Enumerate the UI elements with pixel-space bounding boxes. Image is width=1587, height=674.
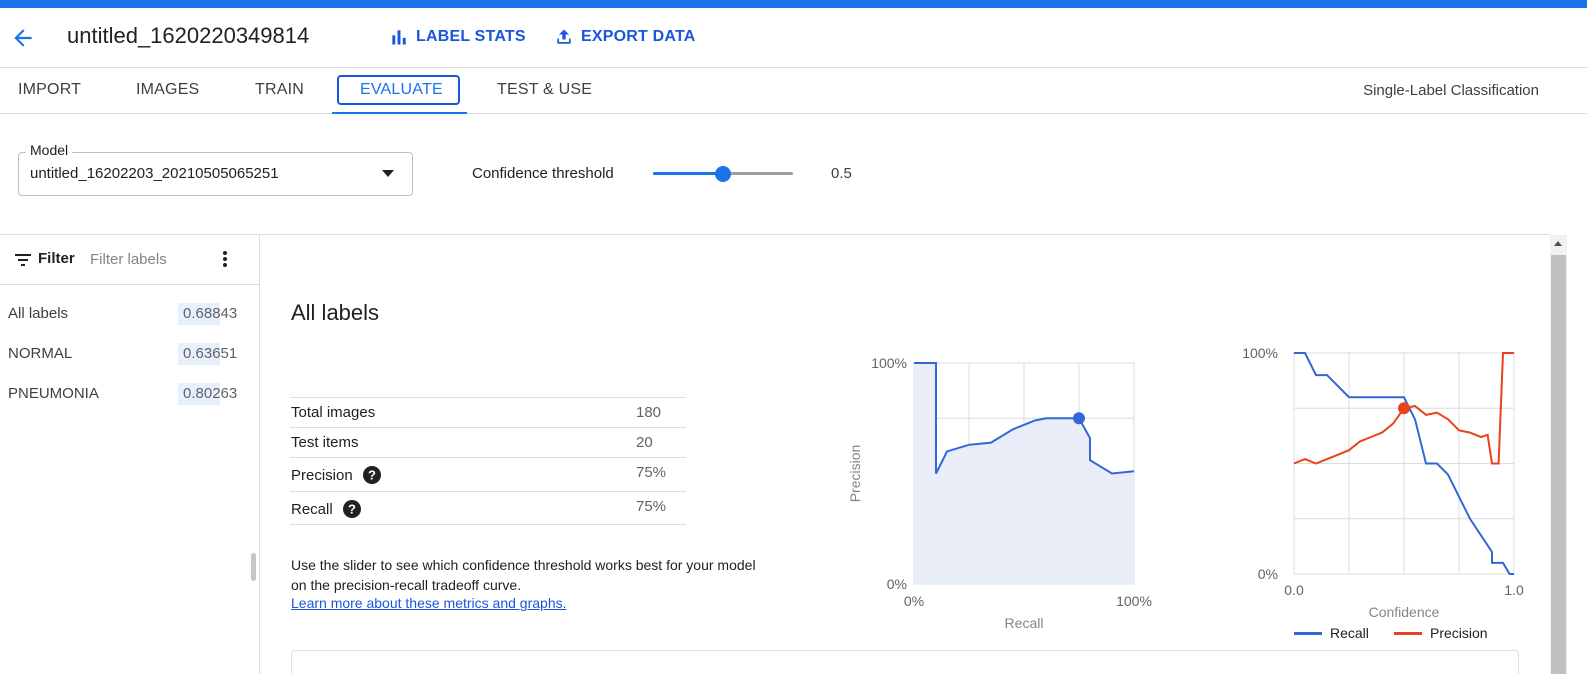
metric-row-recall: Recall ? 75% <box>290 491 686 525</box>
tab-images[interactable]: IMAGES <box>136 68 199 114</box>
x-tick-label: 1.0 <box>1504 582 1524 598</box>
legend-item-recall: Recall <box>1294 625 1369 641</box>
label-row-all-labels[interactable]: All labels 0.68843 <box>0 295 258 333</box>
slider-fill <box>653 172 723 175</box>
label-row-normal[interactable]: NORMAL 0.63651 <box>0 335 258 373</box>
metric-row-precision: Precision ? 75% <box>290 457 686 491</box>
filter-labels-input[interactable] <box>90 247 200 271</box>
metric-name-text: Precision <box>291 466 353 484</box>
top-accent-bar <box>0 0 1587 8</box>
confidence-threshold-slider[interactable] <box>653 163 793 183</box>
model-select-label: Model <box>26 142 73 158</box>
legend-swatch <box>1294 631 1322 635</box>
sidebar-scrollbar[interactable] <box>251 553 256 581</box>
metric-name-text: Test items <box>291 434 359 451</box>
page-scrollbar[interactable] <box>1550 235 1567 674</box>
pr-threshold-point <box>1073 412 1085 425</box>
y-tick-label: 0% <box>887 576 907 592</box>
label-name: PNEUMONIA <box>8 385 99 402</box>
confidence-threshold-value: 0.5 <box>831 165 852 182</box>
metric-name-text: Total images <box>291 404 376 421</box>
tab-evaluate[interactable]: EVALUATE <box>332 68 467 114</box>
filter-title: Filter <box>38 250 75 267</box>
section-title: All labels <box>291 300 380 325</box>
back-button[interactable] <box>10 25 36 51</box>
bottom-card <box>291 650 1519 674</box>
svg-text:?: ? <box>368 468 376 483</box>
metric-value: 75% <box>636 498 667 515</box>
model-select[interactable]: untitled_16202203_20210505065251 <box>18 152 413 196</box>
header: untitled_1620220349814 LABEL STATS EXPOR… <box>0 8 1587 68</box>
metrics-table: Total images 180 Test items 20 Precision… <box>290 397 686 525</box>
threshold-point <box>1398 402 1410 415</box>
help-icon[interactable]: ? <box>362 466 381 484</box>
metric-value: 20 <box>636 434 653 451</box>
tab-train[interactable]: TRAIN <box>255 68 304 114</box>
filter-bar: Filter <box>0 235 260 285</box>
legend-swatch <box>1394 631 1422 635</box>
page-title: untitled_1620220349814 <box>67 23 310 48</box>
tab-bar: IMPORT IMAGES TRAIN EVALUATE TEST & USE <box>0 68 1587 114</box>
tab-label: IMAGES <box>136 81 200 98</box>
tab-test-and-use[interactable]: TEST & USE <box>497 68 592 114</box>
scrollbar-thumb[interactable] <box>1551 255 1566 674</box>
label-name: All labels <box>8 305 69 322</box>
metric-name: Recall ? <box>291 500 361 518</box>
tab-label: EVALUATE <box>360 81 443 98</box>
label-row-pneumonia[interactable]: PNEUMONIA 0.80263 <box>0 375 258 413</box>
label-score: 0.68843 <box>178 303 243 325</box>
label-score: 0.63651 <box>178 343 243 365</box>
svg-text:?: ? <box>348 502 356 517</box>
metric-name-text: Recall <box>291 500 333 518</box>
metric-value: 180 <box>636 404 662 421</box>
metric-name: Test items <box>291 434 359 451</box>
info-text: Use the slider to see which confidence t… <box>291 557 756 593</box>
tab-label: TRAIN <box>255 81 304 98</box>
export-data-button[interactable]: EXPORT DATA <box>554 27 696 47</box>
y-tick-label: 100% <box>1242 345 1278 361</box>
x-tick-label: 0.0 <box>1284 582 1304 598</box>
tab-label: TEST & USE <box>497 81 593 98</box>
metric-name: Precision ? <box>291 466 381 484</box>
more-vert-icon[interactable] <box>216 249 234 269</box>
label-stats-button[interactable]: LABEL STATS <box>389 27 526 47</box>
metric-row-total-images: Total images 180 <box>290 397 686 427</box>
filter-icon[interactable] <box>14 252 32 268</box>
metric-name: Total images <box>291 404 375 421</box>
x-axis-label: Recall <box>1005 615 1044 631</box>
legend-label: Recall <box>1330 625 1369 641</box>
model-select-value: untitled_16202203_20210505065251 <box>30 165 279 182</box>
confidence-chart: 100% 0% 0.0 1.0 Confidence <box>1242 345 1524 620</box>
slider-thumb[interactable] <box>715 166 731 182</box>
metric-row-test-items: Test items 20 <box>290 427 686 457</box>
arrow-back-icon <box>14 29 32 47</box>
metric-value: 75% <box>636 464 667 481</box>
x-tick-label: 100% <box>1116 593 1152 609</box>
learn-more-link[interactable]: Learn more about these metrics and graph… <box>291 595 567 611</box>
upload-icon <box>557 29 571 44</box>
legend-item-precision: Precision <box>1394 625 1488 641</box>
scroll-up-arrow-icon[interactable] <box>1554 241 1562 246</box>
labels-sidebar: Filter All labels 0.68843 NORMAL 0.63651… <box>0 235 260 674</box>
y-tick-label: 100% <box>871 355 907 371</box>
y-axis-label: Precision <box>847 445 863 503</box>
x-tick-label: 0% <box>904 593 924 609</box>
tab-active-indicator <box>332 112 467 114</box>
label-stats-label: LABEL STATS <box>416 28 526 45</box>
problem-type-label: Single-Label Classification <box>1363 82 1539 99</box>
tab-import[interactable]: IMPORT <box>18 68 81 114</box>
label-name: NORMAL <box>8 345 73 362</box>
export-data-label: EXPORT DATA <box>581 28 696 45</box>
label-score: 0.80263 <box>178 383 243 405</box>
tab-label: IMPORT <box>18 81 82 98</box>
caret-down-icon <box>382 170 394 177</box>
chart-grid <box>1293 352 1515 575</box>
confidence-threshold-label: Confidence threshold <box>472 165 614 182</box>
help-icon[interactable]: ? <box>342 500 361 518</box>
legend-label: Precision <box>1430 625 1488 641</box>
x-axis-label: Confidence <box>1369 604 1440 620</box>
bar-chart-icon <box>392 30 406 45</box>
y-tick-label: 0% <box>1258 566 1278 582</box>
precision-recall-chart: 100% 0% 0% 100% Recall Precision <box>847 355 1152 631</box>
